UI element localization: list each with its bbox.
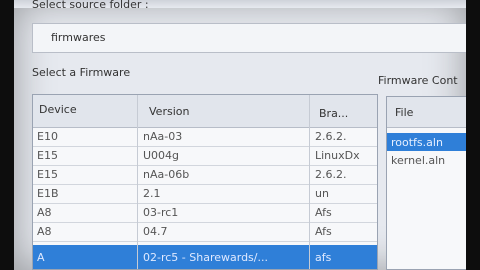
cell-device: A8 [37,225,52,238]
cell-version: nAa-03 [143,130,183,143]
cell-branch: 2.6.2. [315,130,347,143]
firmware-content-list[interactable]: File rootfs.aln kernel.aln [386,96,466,270]
source-folder-label: Select source folder : [32,0,149,11]
cell-device: A [37,251,45,264]
table-row[interactable]: A8 03-rc1 Afs [33,203,377,223]
column-header-device[interactable]: Device [39,103,77,116]
table-row[interactable]: E10 nAa-03 2.6.2. [33,127,377,147]
cell-branch: LinuxDx [315,149,360,162]
source-folder-value: firmwares [51,31,106,44]
cell-device: E1B [37,187,59,200]
column-divider[interactable] [137,95,138,269]
file-item[interactable]: kernel.aln [387,151,466,169]
firmware-content-label: Firmware Cont [378,74,458,87]
file-name: rootfs.aln [391,136,443,149]
cell-branch: un [315,187,329,200]
table-row-selected[interactable]: A 02-rc5 - Sharewards/... afs [33,245,377,269]
column-header-version[interactable]: Version [149,105,189,118]
cell-version: 04.7 [143,225,168,238]
file-column-header[interactable]: File [387,97,466,128]
cell-branch: Afs [315,206,332,219]
table-header: Device Version Bra... [33,95,377,128]
column-header-branch[interactable]: Bra... [319,107,348,120]
select-firmware-label: Select a Firmware [32,66,131,79]
cell-device: A8 [37,206,52,219]
file-name: kernel.aln [391,154,446,167]
firmware-table[interactable]: Device Version Bra... E10 nAa-03 2.6.2. … [32,94,378,270]
source-folder-field[interactable]: firmwares [32,23,466,53]
cell-version: nAa-06b [143,168,190,181]
cell-device: E10 [37,130,58,143]
cell-branch: 2.6.2. [315,168,347,181]
cell-branch: afs [315,251,332,264]
cell-device: E15 [37,149,58,162]
cell-version: 2.1 [143,187,161,200]
cell-version: U004g [143,149,180,162]
file-column-label: File [395,106,414,119]
table-row[interactable]: E1B 2.1 un [33,184,377,204]
table-row[interactable]: E15 nAa-06b 2.6.2. [33,165,377,185]
cell-version: 02-rc5 - Sharewards/... [143,251,268,264]
column-divider[interactable] [309,95,310,269]
table-row[interactable]: A8 04.7 Afs [33,222,377,242]
file-item-selected[interactable]: rootfs.aln [387,133,466,151]
firmware-manager-window: Select source folder : firmwares Select … [14,0,466,270]
cell-branch: Afs [315,225,332,238]
cell-version: 03-rc1 [143,206,179,219]
cell-device: E15 [37,168,58,181]
table-row[interactable]: E15 U004g LinuxDx [33,146,377,166]
